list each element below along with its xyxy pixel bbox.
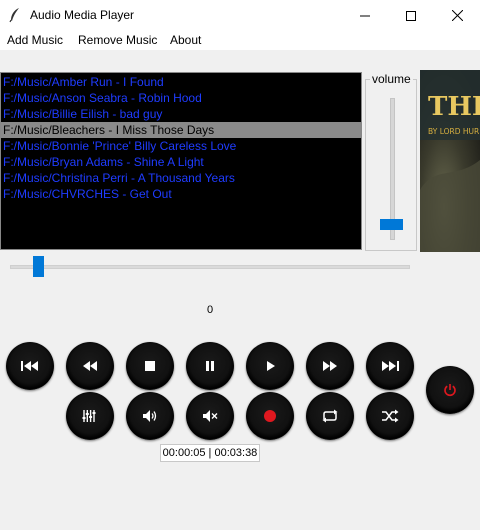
fast-forward-button[interactable] [306, 342, 354, 390]
minimize-button[interactable] [342, 0, 388, 31]
seek-position-value: 0 [206, 304, 214, 316]
pause-button[interactable] [186, 342, 234, 390]
volume-up-button[interactable] [126, 392, 174, 440]
playlist-item[interactable]: F:/Music/Bonnie 'Prince' Billy Careless … [1, 138, 361, 154]
album-art: THE BY LORD HUR [420, 70, 480, 252]
mute-button[interactable] [186, 392, 234, 440]
playlist-item[interactable]: F:/Music/Bleachers - I Miss Those Days [1, 122, 361, 138]
volume-slider-thumb[interactable] [380, 218, 403, 230]
skip-back-button[interactable] [6, 342, 54, 390]
album-art-byline: BY LORD HUR [428, 127, 479, 136]
close-button[interactable] [434, 0, 480, 31]
playlist-item[interactable]: F:/Music/Anson Seabra - Robin Hood [1, 90, 361, 106]
seek-slider-thumb[interactable] [33, 256, 45, 277]
stop-button[interactable] [126, 342, 174, 390]
playlist-item[interactable]: F:/Music/Christina Perri - A Thousand Ye… [1, 170, 361, 186]
menu-remove-music[interactable]: Remove Music [78, 33, 157, 47]
seek-slider-track[interactable] [10, 265, 410, 269]
elapsed-time: 00:00:05 [162, 447, 206, 459]
rewind-button[interactable] [66, 342, 114, 390]
volume-label: volume [370, 72, 413, 86]
title-bar: Audio Media Player [0, 0, 480, 31]
shuffle-button[interactable] [366, 392, 414, 440]
album-art-title: THE [428, 92, 480, 122]
power-button[interactable] [426, 366, 474, 414]
minimize-icon [360, 15, 370, 16]
skip-forward-icon [382, 361, 399, 371]
window-title: Audio Media Player [30, 8, 135, 22]
play-icon [267, 361, 275, 371]
playlist-item[interactable]: F:/Music/Amber Run - I Found [1, 74, 361, 90]
skip-forward-button[interactable] [366, 342, 414, 390]
mute-icon [203, 410, 218, 422]
playlist-listbox[interactable]: F:/Music/Amber Run - I Found F:/Music/Ans… [0, 72, 362, 250]
equalizer-icon [82, 410, 96, 422]
playlist-item[interactable]: F:/Music/CHVRCHES - Get Out [1, 186, 361, 202]
maximize-button[interactable] [388, 0, 434, 31]
menu-about[interactable]: About [170, 33, 201, 47]
menu-add-music[interactable]: Add Music [7, 33, 63, 47]
play-button[interactable] [246, 342, 294, 390]
equalizer-button[interactable] [66, 392, 114, 440]
close-icon [451, 10, 463, 21]
repeat-button[interactable] [306, 392, 354, 440]
rewind-icon [83, 361, 97, 371]
skip-back-icon [21, 361, 38, 371]
volume-up-icon [143, 410, 157, 422]
record-button[interactable] [246, 392, 294, 440]
menu-bar: Add Music Remove Music About [0, 31, 480, 51]
playlist-item[interactable]: F:/Music/Bryan Adams - Shine A Light [1, 154, 361, 170]
total-time: 00:03:38 [214, 447, 258, 459]
pause-icon [206, 361, 214, 371]
feather-icon [7, 7, 23, 23]
record-icon [264, 410, 276, 422]
time-display: 00:00:05 | 00:03:38 [160, 444, 260, 462]
shuffle-icon [382, 409, 399, 423]
stop-icon [145, 361, 155, 371]
maximize-icon [406, 10, 416, 21]
power-icon [444, 384, 456, 397]
playlist-item[interactable]: F:/Music/Billie Eilish - bad guy [1, 106, 361, 122]
fast-forward-icon [323, 361, 337, 371]
repeat-icon [322, 409, 338, 423]
